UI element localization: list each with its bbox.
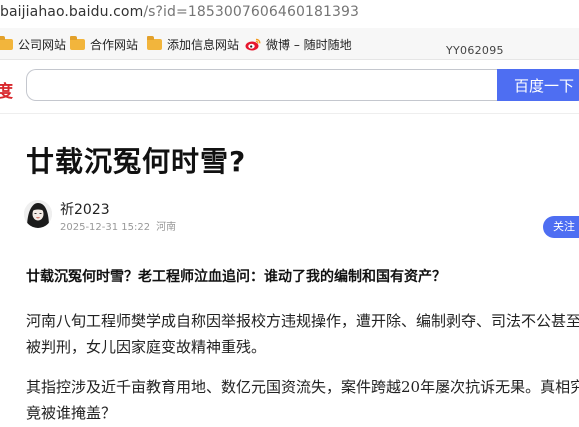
- bookmark-partner-sites[interactable]: 合作网站: [70, 35, 139, 52]
- publish-location: 河南: [156, 222, 177, 233]
- author-name[interactable]: 祈2023: [60, 199, 110, 219]
- folder-icon: [0, 35, 13, 50]
- article-paragraph: 河南八旬工程师樊学成自称因举报校方违规操作，遭开除、编制剥夺、司法不公甚至被判刑…: [26, 312, 579, 356]
- search-input[interactable]: [26, 69, 497, 101]
- url-host: baijiahao.baidu.com: [0, 4, 144, 20]
- watermark-text: YY062095: [446, 44, 504, 57]
- bookmark-label: 添加信息网站: [167, 37, 240, 52]
- bookmark-label: 公司网站: [18, 37, 67, 52]
- search-header: 度 百度一下: [0, 60, 579, 114]
- bookmark-add-info-sites[interactable]: 添加信息网站: [147, 35, 240, 52]
- bookmark-label: 合作网站: [90, 37, 139, 52]
- article-meta: 2025-12-31 15:22 河南: [60, 218, 176, 233]
- publish-date: 2025-12-31 15:22: [60, 222, 151, 233]
- article-paragraph: 其指控涉及近千亩教育用地、数亿元国资流失，案件跨越20年屡次抗诉无果。真相究竟被…: [26, 378, 579, 422]
- author-avatar-icon: [24, 200, 52, 228]
- article-lead: 廿载沉冤何时雪？老工程师泣血追问：谁动了我的编制和国有资产？: [26, 269, 446, 285]
- folder-icon: [70, 35, 85, 50]
- article-title: 廿载沉冤何时雪?: [26, 145, 247, 178]
- folder-icon: [147, 35, 162, 50]
- address-bar[interactable]: baijiahao.baidu.com/s?id=185300760646018…: [0, 0, 579, 28]
- search-button[interactable]: 百度一下: [497, 69, 579, 101]
- weibo-icon: [245, 38, 261, 51]
- bookmark-company-sites[interactable]: 公司网站: [0, 35, 67, 52]
- bookmark-label: 微博 – 随时随地: [266, 37, 352, 52]
- follow-button[interactable]: 关注: [543, 216, 579, 238]
- url-text[interactable]: baijiahao.baidu.com/s?id=185300760646018…: [0, 4, 359, 20]
- avatar[interactable]: [24, 200, 52, 228]
- bookmark-weibo[interactable]: 微博 – 随时随地: [245, 36, 352, 52]
- url-path: /s?id=1853007606460181393: [143, 4, 359, 20]
- baidu-logo[interactable]: 度: [0, 77, 13, 102]
